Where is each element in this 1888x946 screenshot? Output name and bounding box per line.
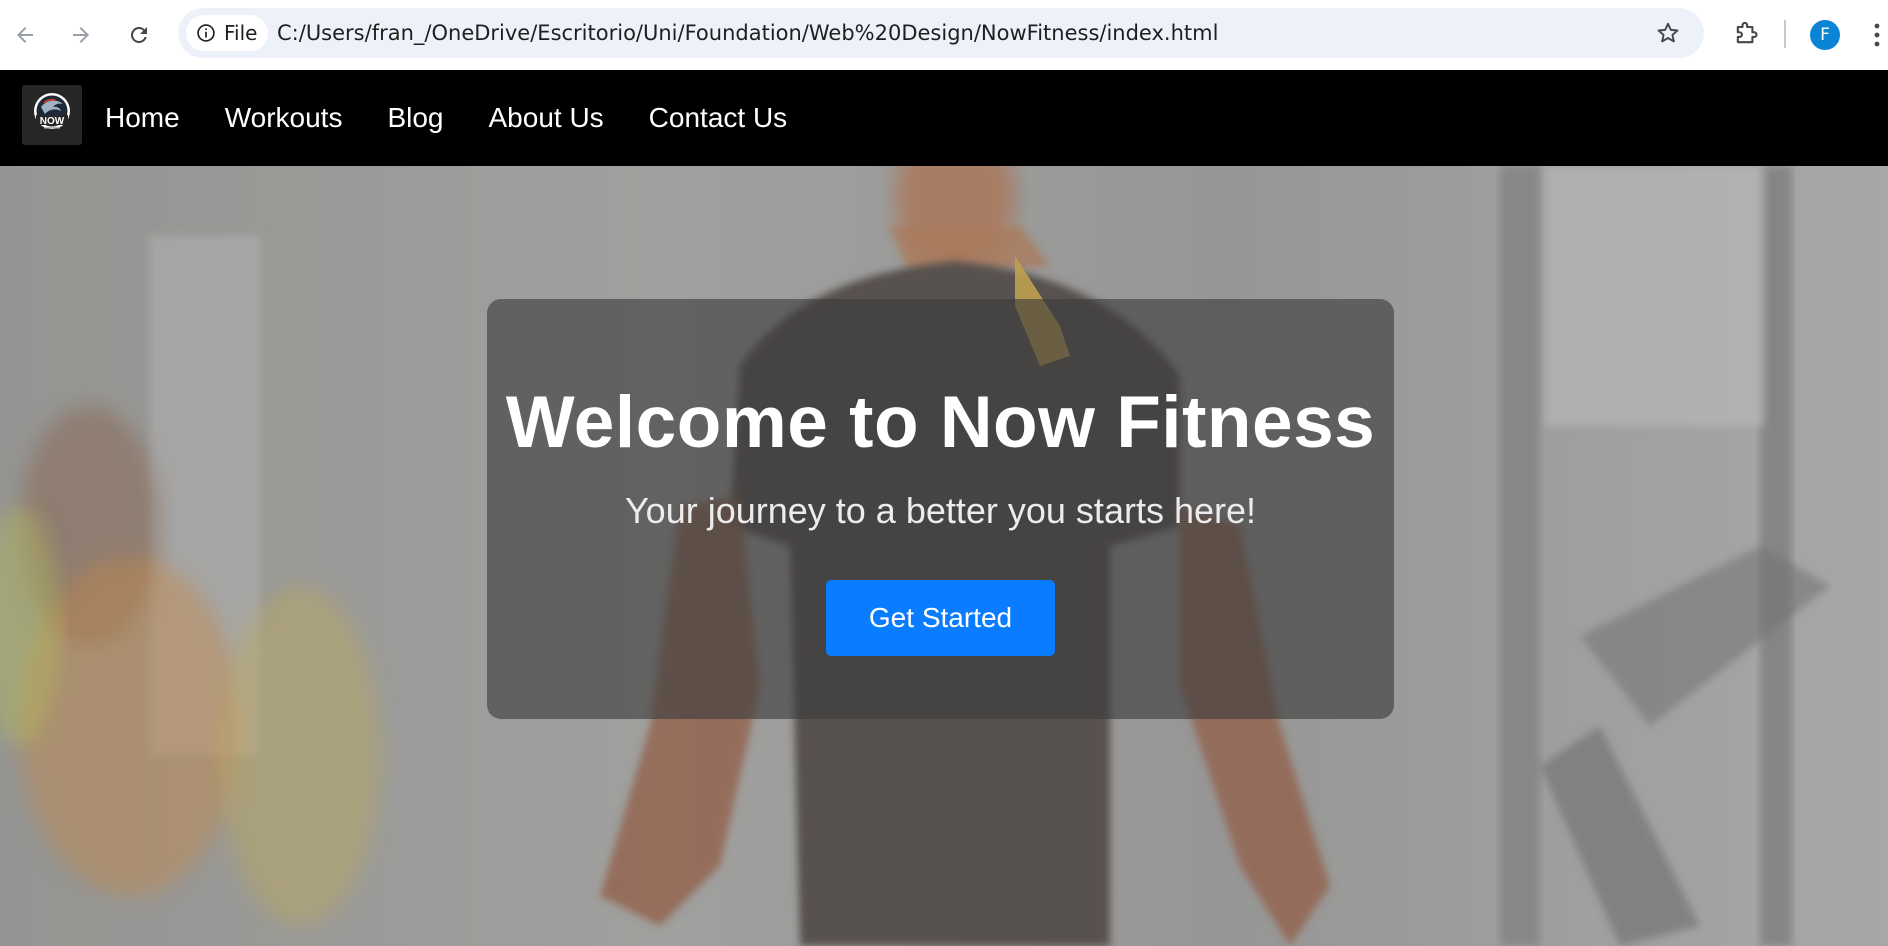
toolbar-divider <box>1784 20 1786 48</box>
nav-blog-link[interactable]: Blog <box>387 102 443 134</box>
nav-home-link[interactable]: Home <box>105 102 180 134</box>
site-chip-label: File <box>224 21 258 45</box>
more-vert-icon <box>1874 23 1880 47</box>
site-header: NOW Home Workouts Blog About Us Contact … <box>0 70 1888 166</box>
now-fitness-logo[interactable]: NOW <box>22 85 82 145</box>
back-button[interactable] <box>7 17 43 53</box>
extensions-icon <box>1736 21 1758 44</box>
site-info-chip[interactable]: File <box>186 15 268 51</box>
nav-contact-us-link[interactable]: Contact Us <box>649 102 788 134</box>
back-arrow-icon <box>17 27 33 43</box>
hero-card: Welcome to Now Fitness Your journey to a… <box>487 299 1394 719</box>
reload-button[interactable] <box>121 17 157 53</box>
main-nav: Home Workouts Blog About Us Contact Us <box>105 70 832 166</box>
address-bar[interactable]: File C:/Users/fran_/OneDrive/Escritorio/… <box>178 8 1704 58</box>
forward-button[interactable] <box>63 17 99 53</box>
get-started-button[interactable]: Get Started <box>826 580 1055 656</box>
hero-title: Welcome to Now Fitness <box>505 382 1376 463</box>
bookmark-button[interactable] <box>1648 13 1688 53</box>
browser-menu-button[interactable] <box>1866 18 1888 52</box>
logo-emblem-icon: NOW <box>22 85 82 145</box>
star-icon <box>1657 22 1679 43</box>
profile-avatar[interactable]: F <box>1810 20 1840 50</box>
browser-toolbar: File C:/Users/fran_/OneDrive/Escritorio/… <box>0 0 1888 70</box>
hero-section: Welcome to Now Fitness Your journey to a… <box>0 166 1888 946</box>
forward-arrow-icon <box>73 27 89 43</box>
logo-wordmark: NOW <box>40 116 65 127</box>
hero-subtitle: Your journey to a better you starts here… <box>624 490 1257 531</box>
reload-icon <box>130 26 147 43</box>
nav-workouts-link[interactable]: Workouts <box>225 102 343 134</box>
nav-about-us-link[interactable]: About Us <box>489 102 604 134</box>
url-text[interactable]: C:/Users/fran_/OneDrive/Escritorio/Uni/F… <box>277 8 1218 58</box>
info-icon <box>197 24 215 42</box>
extensions-button[interactable] <box>1726 14 1766 54</box>
